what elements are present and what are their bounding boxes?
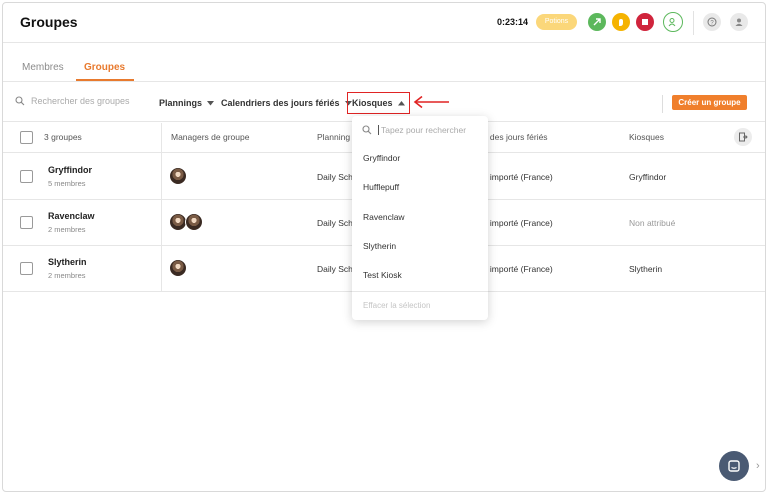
- kiosk-cell: Non attribué: [629, 218, 676, 228]
- planning-cell: Daily Sch: [317, 172, 353, 182]
- calendar-cell: er importé (France): [480, 218, 553, 228]
- manager-avatars: [169, 259, 187, 277]
- manager-avatars: [169, 167, 187, 185]
- calendar-cell: er importé (France): [480, 264, 553, 274]
- page-title: Groupes: [20, 14, 78, 30]
- create-group-button[interactable]: Créer un groupe: [672, 95, 747, 110]
- kiosks-dropdown: Gryffindor Hufflepuff Ravenclaw Slytheri…: [352, 116, 488, 320]
- dropdown-option[interactable]: Hufflepuff: [363, 182, 399, 192]
- column-header-managers: Managers de groupe: [171, 132, 250, 142]
- dropdown-option[interactable]: Slytherin: [363, 241, 396, 251]
- dropdown-search-input[interactable]: [378, 125, 478, 135]
- group-count: 3 groupes: [44, 132, 82, 142]
- row-checkbox[interactable]: [20, 216, 33, 229]
- clock-in-icon[interactable]: [588, 13, 606, 31]
- divider: [662, 95, 663, 113]
- break-icon[interactable]: [612, 13, 630, 31]
- tab-groupes[interactable]: Groupes: [84, 62, 125, 73]
- column-header-kiosks: Kiosques: [629, 132, 664, 142]
- user-status-icon[interactable]: [663, 12, 683, 32]
- search-icon: [362, 125, 372, 135]
- column-header-calendar: er des jours fériés: [480, 132, 548, 142]
- divider: [352, 291, 488, 292]
- caret-up-icon: [397, 100, 405, 105]
- dropdown-search: [362, 125, 478, 135]
- planning-cell: Daily Sch: [317, 264, 353, 274]
- kiosk-cell: Slytherin: [629, 264, 663, 274]
- caret-down-icon: [207, 100, 215, 105]
- avatar: [185, 213, 203, 231]
- plannings-filter-label: Plannings: [159, 98, 203, 108]
- column-settings-icon[interactable]: [734, 128, 752, 146]
- plannings-filter[interactable]: Plannings: [159, 98, 215, 108]
- dropdown-option[interactable]: Ravenclaw: [363, 212, 405, 222]
- group-member-count: 2 membres: [48, 271, 86, 280]
- clear-selection-button[interactable]: Effacer la sélection: [363, 301, 430, 310]
- group-name: Ravenclaw: [48, 211, 95, 221]
- profile-menu-icon[interactable]: [730, 13, 748, 31]
- status-badge[interactable]: Potions: [536, 14, 577, 30]
- kiosks-filter[interactable]: Kiosques: [347, 92, 410, 114]
- search-input[interactable]: [31, 96, 151, 106]
- row-checkbox[interactable]: [20, 170, 33, 183]
- group-name: Gryffindor: [48, 165, 92, 175]
- stop-icon[interactable]: [636, 13, 654, 31]
- group-name: Slytherin: [48, 257, 87, 267]
- help-icon[interactable]: ?: [703, 13, 721, 31]
- chat-icon: [728, 460, 740, 472]
- calendars-filter[interactable]: Calendriers des jours fériés: [221, 98, 352, 108]
- avatar: [169, 167, 187, 185]
- timer: 0:23:14: [497, 17, 529, 27]
- calendar-cell: er importé (France): [480, 172, 553, 182]
- kiosk-cell: Gryffindor: [629, 172, 667, 182]
- search-icon: [15, 96, 25, 106]
- divider: [693, 11, 694, 35]
- chat-button[interactable]: [719, 451, 749, 481]
- column-header-planning: Planning: [317, 132, 351, 142]
- tab-membres[interactable]: Membres: [22, 62, 64, 73]
- group-member-count: 2 membres: [48, 225, 86, 234]
- row-checkbox[interactable]: [20, 262, 33, 275]
- group-member-count: 5 membres: [48, 179, 86, 188]
- planning-cell: Daily Sch: [317, 218, 353, 228]
- avatar: [169, 259, 187, 277]
- app-window: Groupes 0:23:14 Potions ? Membres Groupe…: [2, 2, 766, 492]
- kiosks-filter-label: Kiosques: [352, 98, 393, 108]
- chevron-right-icon[interactable]: ›: [756, 460, 760, 472]
- dropdown-option[interactable]: Test Kiosk: [363, 270, 402, 280]
- tab-bar: Membres Groupes: [3, 44, 765, 82]
- manager-avatars: [169, 213, 203, 231]
- group-search: [15, 96, 151, 106]
- calendars-filter-label: Calendriers des jours fériés: [221, 98, 340, 108]
- annotation-arrow-icon: [413, 95, 449, 109]
- dropdown-option[interactable]: Gryffindor: [363, 153, 400, 163]
- select-all-checkbox[interactable]: [20, 131, 33, 144]
- active-tab-indicator: [76, 79, 134, 81]
- top-bar: Groupes 0:23:14 Potions ?: [3, 3, 765, 43]
